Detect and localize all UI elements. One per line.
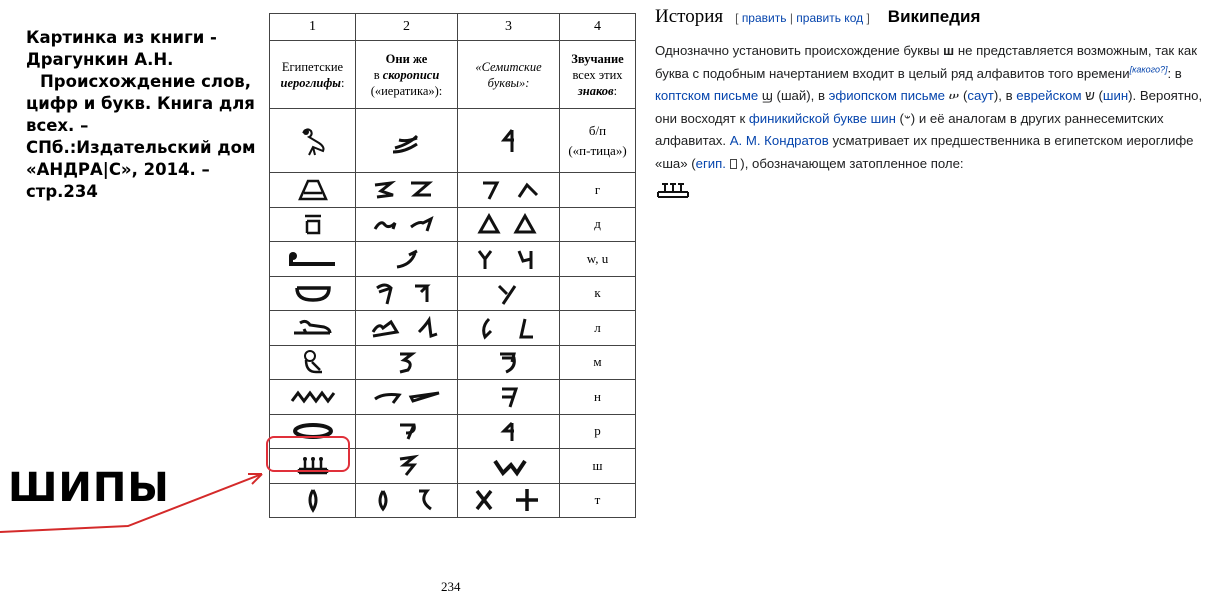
citation-line: «АНДРА|С», 2014. – — [26, 160, 210, 179]
kondratov-link[interactable]: А. М. Кондратов — [730, 133, 829, 148]
citation-line: СПб.:Издательский дом — [26, 138, 256, 157]
basket-hieroglyph-icon — [269, 275, 356, 311]
shin-link[interactable]: шин — [1103, 88, 1128, 103]
lion-hieroglyph-icon — [269, 310, 356, 346]
wiki-heading: История [ править | править код ] Википе… — [655, 6, 1213, 32]
citation-line: Происхождение слов, — [40, 72, 252, 91]
table-row: к — [269, 275, 636, 311]
semitic-glyph-icon — [457, 344, 560, 380]
sound-cell: д — [559, 206, 636, 242]
bird-hieroglyph-icon — [269, 108, 356, 173]
hieratic-glyph-icon — [355, 275, 458, 311]
column-number: 2 — [355, 13, 458, 41]
table-row: w, u — [269, 241, 636, 277]
sound-cell: к — [559, 275, 636, 311]
header-sound: Звучание всех этих знаков: — [559, 40, 636, 109]
hieratic-glyph-icon — [355, 241, 458, 277]
header-row: Египетские иероглифы: Они же в скорописи… — [269, 40, 636, 109]
egyptian-link[interactable]: егип. — [696, 156, 726, 171]
table-row: г — [269, 172, 636, 208]
semitic-glyph-icon — [457, 448, 560, 484]
wiki-paragraph: Однозначно установить происхождение букв… — [655, 43, 1203, 171]
highlight-circle — [266, 436, 350, 472]
semitic-glyph-icon — [457, 172, 560, 208]
hieratic-glyph-icon — [355, 172, 458, 208]
column-number: 1 — [269, 13, 356, 41]
hieratic-glyph-icon — [355, 108, 458, 173]
semitic-glyph-icon — [457, 379, 560, 415]
hieratic-glyph-icon — [355, 413, 458, 449]
sound-cell: р — [559, 413, 636, 449]
semitic-glyph-icon — [457, 241, 560, 277]
table-row: б/п («п-тица») — [269, 108, 636, 173]
source-label: Википедия — [887, 7, 981, 26]
semitic-glyph-icon — [457, 206, 560, 242]
semitic-glyph-icon — [457, 413, 560, 449]
table-row: н — [269, 379, 636, 415]
water-hieroglyph-icon — [269, 379, 356, 415]
table-row: т — [269, 482, 636, 518]
book-citation: Картинка из книги - Драгункин А.Н. Проис… — [26, 27, 256, 203]
header-semitic: «Семитские буквы»: — [457, 40, 560, 109]
spikes-label: ШИПЫ — [8, 465, 170, 511]
owl-hieroglyph-icon — [269, 344, 356, 380]
table-row: л — [269, 310, 636, 346]
citation-line: цифр и букв. Книга для — [26, 94, 255, 113]
sound-cell: w, u — [559, 241, 636, 277]
edit-links: [ править | править код ] — [735, 11, 870, 25]
edit-link[interactable]: править — [742, 11, 787, 25]
citation-line: Картинка из книги - — [26, 28, 217, 47]
ethiopic-link[interactable]: эфиопском письме — [829, 88, 945, 103]
saut-link[interactable]: саут — [967, 88, 993, 103]
table-row: м — [269, 344, 636, 380]
citation-line: Драгункин А.Н. — [26, 50, 174, 69]
table-row: д — [269, 206, 636, 242]
sound-cell: н — [559, 379, 636, 415]
stand-hieroglyph-icon — [269, 172, 356, 208]
sound-cell: ш — [559, 448, 636, 484]
hieratic-glyph-icon — [355, 344, 458, 380]
coptic-link[interactable]: коптском письме — [655, 88, 758, 103]
sound-cell: л — [559, 310, 636, 346]
hieratic-glyph-icon — [355, 448, 458, 484]
bread-hieroglyph-icon — [269, 482, 356, 518]
flooded-field-hieroglyph-icon — [657, 183, 689, 198]
column-number-row: 1 2 3 4 — [269, 13, 636, 41]
sound-cell: б/п («п-тица») — [559, 108, 636, 173]
sound-cell: м — [559, 344, 636, 380]
sound-cell: г — [559, 172, 636, 208]
wiki-excerpt: История [ править | править код ] Википе… — [655, 6, 1213, 201]
citation-line: стр.234 — [26, 182, 98, 201]
semitic-glyph-icon — [457, 482, 560, 518]
header-hieratic: Они же в скорописи («иератика»): — [355, 40, 458, 109]
header-egyptian: Египетские иероглифы: — [269, 40, 356, 109]
page-number: 234 — [441, 579, 461, 594]
semitic-glyph-icon — [457, 310, 560, 346]
section-title: История — [655, 6, 724, 27]
door-hieroglyph-icon — [269, 206, 356, 242]
missing-glyph-icon — [729, 158, 737, 169]
hieratic-glyph-icon — [355, 310, 458, 346]
phoenician-shin-link[interactable]: финикийской букве шин — [749, 111, 896, 126]
column-number: 4 — [559, 13, 636, 41]
citation-line: всех. – — [26, 116, 89, 135]
sound-cell: т — [559, 482, 636, 518]
semitic-glyph-icon — [457, 275, 560, 311]
hieratic-glyph-icon — [355, 482, 458, 518]
hieratic-glyph-icon — [355, 206, 458, 242]
citation-needed-link[interactable]: [какого?] — [1130, 64, 1168, 74]
column-number: 3 — [457, 13, 560, 41]
snake-hieroglyph-icon — [269, 241, 356, 277]
edit-code-link[interactable]: править код — [796, 11, 863, 25]
hieratic-glyph-icon — [355, 379, 458, 415]
hebrew-link[interactable]: еврейском — [1016, 88, 1081, 103]
semitic-glyph-icon — [457, 108, 560, 173]
